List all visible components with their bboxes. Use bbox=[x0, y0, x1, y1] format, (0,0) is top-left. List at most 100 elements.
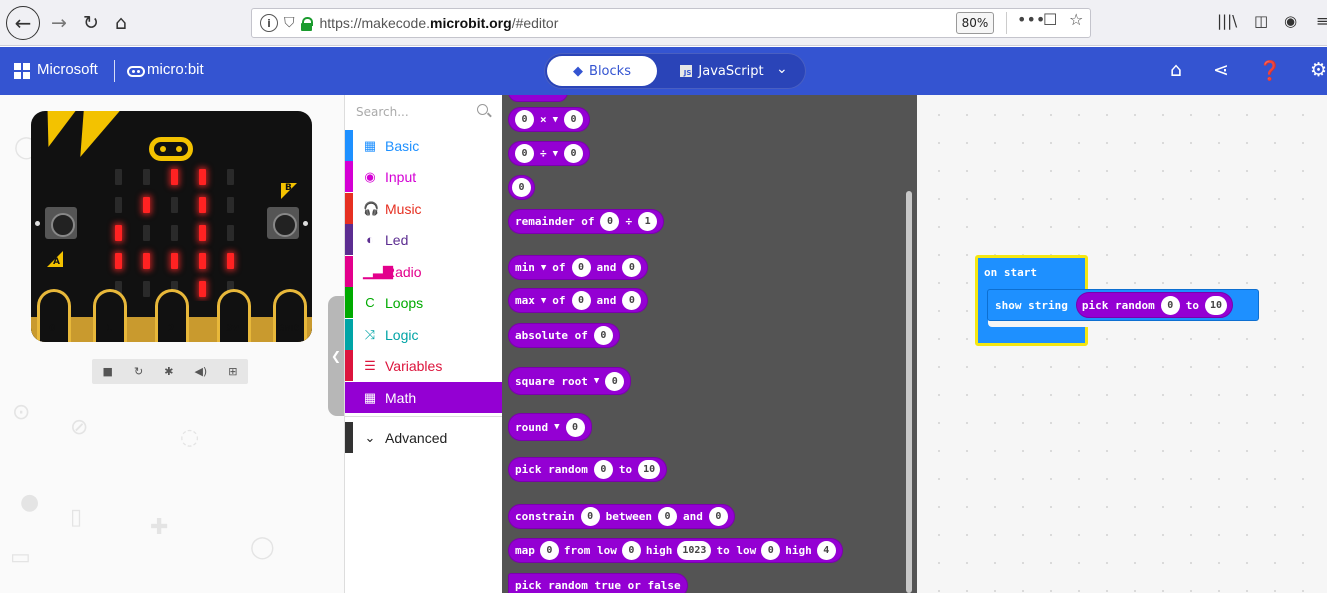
multiply-block[interactable]: 0 × ▼ 0 bbox=[508, 107, 591, 132]
flyout-scrollbar[interactable] bbox=[906, 191, 912, 593]
help-icon[interactable]: ❓ bbox=[1258, 59, 1282, 82]
toolbox-divider bbox=[345, 416, 503, 417]
menu-icon[interactable]: ≡ bbox=[1316, 12, 1327, 30]
bookmark-star-icon[interactable]: ☆ bbox=[1069, 10, 1083, 29]
led-2-3 bbox=[199, 225, 206, 241]
chevron-down-icon[interactable]: ⌄ bbox=[776, 61, 788, 77]
category-basic[interactable]: ▦ Basic bbox=[345, 130, 503, 161]
page-actions-icon[interactable]: ••• bbox=[1017, 10, 1045, 29]
absolute-block[interactable]: absolute of 0 bbox=[508, 323, 620, 348]
blocks-workspace[interactable]: on start show string pick random 0 to 10 bbox=[917, 95, 1327, 593]
search-icon[interactable] bbox=[477, 104, 488, 115]
puzzle-icon: ◆ bbox=[573, 63, 584, 79]
random-from-value[interactable]: 0 bbox=[1160, 295, 1180, 315]
zoom-level-badge[interactable]: 80% bbox=[956, 12, 994, 34]
debug-icon[interactable]: ✱ bbox=[164, 365, 173, 378]
lock-icon[interactable] bbox=[300, 16, 313, 31]
browser-home-button[interactable]: ⌂ bbox=[108, 7, 134, 39]
library-icon[interactable]: |||\ bbox=[1217, 12, 1237, 30]
show-string-block[interactable]: show string pick random 0 to 10 bbox=[987, 289, 1259, 321]
random-to-value[interactable]: 10 bbox=[1204, 295, 1228, 315]
led-1-1 bbox=[143, 197, 150, 213]
back-button[interactable]: ← bbox=[6, 6, 40, 40]
background-pattern-icon: ◯ bbox=[250, 535, 275, 560]
square-root-block[interactable]: square root ▼ 0 bbox=[508, 367, 632, 395]
chevron-down-icon: ⌄ bbox=[364, 429, 376, 445]
javascript-mode-button[interactable]: JS JavaScript bbox=[672, 56, 772, 86]
dropdown-arrow-icon[interactable]: ▼ bbox=[554, 422, 559, 432]
microsoft-brand[interactable]: Microsoft bbox=[37, 61, 98, 78]
browser-home-icon: ⌂ bbox=[114, 12, 128, 34]
pick-random-block[interactable]: pick random 0 to 10 bbox=[508, 457, 668, 482]
led-4-3 bbox=[199, 281, 206, 297]
map-block[interactable]: map 0 from low 0 high 1023 to low 0 high… bbox=[508, 538, 843, 563]
pick-random-bool-block[interactable]: pick random true or false bbox=[508, 573, 688, 593]
dropdown-arrow-icon[interactable]: ▼ bbox=[553, 115, 558, 125]
category-led[interactable]: ◐ Led bbox=[345, 224, 503, 255]
microbit-brand[interactable]: micro:bit bbox=[147, 61, 204, 78]
toggle-icon: ◐ bbox=[366, 232, 374, 247]
mute-icon[interactable]: ◀) bbox=[194, 365, 207, 378]
side-indicator bbox=[35, 221, 40, 226]
account-icon[interactable]: ◉ bbox=[1284, 12, 1297, 30]
microbit-logo-icon[interactable] bbox=[127, 66, 145, 77]
board-logo-touch[interactable] bbox=[149, 137, 193, 161]
min-block[interactable]: min ▼ of 0 and 0 bbox=[508, 255, 649, 280]
reload-button[interactable]: ↻ bbox=[78, 7, 104, 39]
number-block[interactable]: 0 bbox=[508, 175, 535, 200]
pin-2[interactable] bbox=[155, 289, 189, 342]
info-icon[interactable]: i bbox=[260, 14, 278, 32]
category-input[interactable]: ◉ Input bbox=[345, 161, 503, 192]
category-logic[interactable]: ⤨ Logic bbox=[345, 319, 503, 350]
pin-0[interactable] bbox=[37, 289, 71, 342]
microsoft-logo-icon[interactable] bbox=[14, 63, 30, 79]
dropdown-arrow-icon[interactable]: ▼ bbox=[553, 149, 558, 159]
dropdown-arrow-icon[interactable]: ▼ bbox=[541, 263, 546, 273]
pin-label: 2 bbox=[168, 324, 175, 334]
home-icon[interactable]: ⌂ bbox=[1170, 59, 1182, 81]
pin-1[interactable] bbox=[93, 289, 127, 342]
divide-block[interactable]: 0 ÷ ▼ 0 bbox=[508, 141, 591, 166]
share-icon[interactable]: ⋖ bbox=[1213, 59, 1229, 81]
button-a[interactable] bbox=[45, 207, 77, 239]
pin-label: 0 bbox=[49, 324, 56, 334]
forward-button[interactable]: → bbox=[46, 7, 72, 39]
list-icon: ☰ bbox=[364, 357, 376, 373]
led-0-2 bbox=[171, 169, 178, 185]
chevron-left-icon[interactable]: ❮ bbox=[331, 349, 341, 363]
remainder-block[interactable]: remainder of 0 ÷ 1 bbox=[508, 209, 665, 234]
max-block[interactable]: max ▼ of 0 and 0 bbox=[508, 288, 649, 313]
led-3-4 bbox=[227, 253, 234, 269]
app-header: Microsoft micro:bit ◆ Blocks JS JavaScri… bbox=[0, 47, 1327, 95]
fullscreen-icon[interactable]: ⊞ bbox=[228, 365, 237, 378]
led-1-3 bbox=[199, 197, 206, 213]
dropdown-arrow-icon[interactable]: ▼ bbox=[594, 376, 599, 386]
led-1-2 bbox=[171, 197, 178, 213]
stop-icon[interactable]: ■ bbox=[103, 365, 113, 378]
restart-icon[interactable]: ↻ bbox=[134, 365, 143, 378]
pocket-icon[interactable]: ☐ bbox=[1043, 10, 1057, 29]
background-pattern-icon: ▯ bbox=[70, 505, 83, 530]
category-music[interactable]: 🎧 Music bbox=[345, 193, 503, 224]
math-block-partial[interactable] bbox=[508, 95, 568, 102]
dropdown-arrow-icon[interactable]: ▼ bbox=[541, 296, 546, 306]
url-text[interactable]: https://makecode.microbit.org/#editor bbox=[320, 15, 559, 31]
category-variables[interactable]: ☰ Variables bbox=[345, 350, 503, 381]
category-loops[interactable]: C Loops bbox=[345, 287, 503, 318]
tracking-protection-icon[interactable]: ⛉ bbox=[284, 15, 295, 31]
constrain-block[interactable]: constrain 0 between 0 and 0 bbox=[508, 504, 735, 529]
category-advanced[interactable]: ⌄ Advanced bbox=[345, 422, 503, 453]
pin-gnd[interactable] bbox=[273, 289, 307, 342]
led-0-3 bbox=[199, 169, 206, 185]
pin-3v[interactable] bbox=[217, 289, 251, 342]
category-math[interactable]: ▦ Math bbox=[345, 382, 503, 413]
button-b[interactable] bbox=[267, 207, 299, 239]
gear-icon[interactable]: ⚙ bbox=[1310, 59, 1327, 81]
sidebar-icon[interactable]: ◫ bbox=[1254, 12, 1268, 30]
round-block[interactable]: round ▼ 0 bbox=[508, 413, 592, 441]
blocks-mode-button[interactable]: ◆ Blocks bbox=[547, 56, 657, 86]
category-radio[interactable]: ▁▃▇ Radio bbox=[345, 256, 503, 287]
pick-random-block[interactable]: pick random 0 to 10 bbox=[1075, 292, 1234, 318]
led-1-0 bbox=[115, 197, 122, 213]
microbit-board[interactable]: A B 0 1 2 3V GND bbox=[31, 111, 312, 342]
